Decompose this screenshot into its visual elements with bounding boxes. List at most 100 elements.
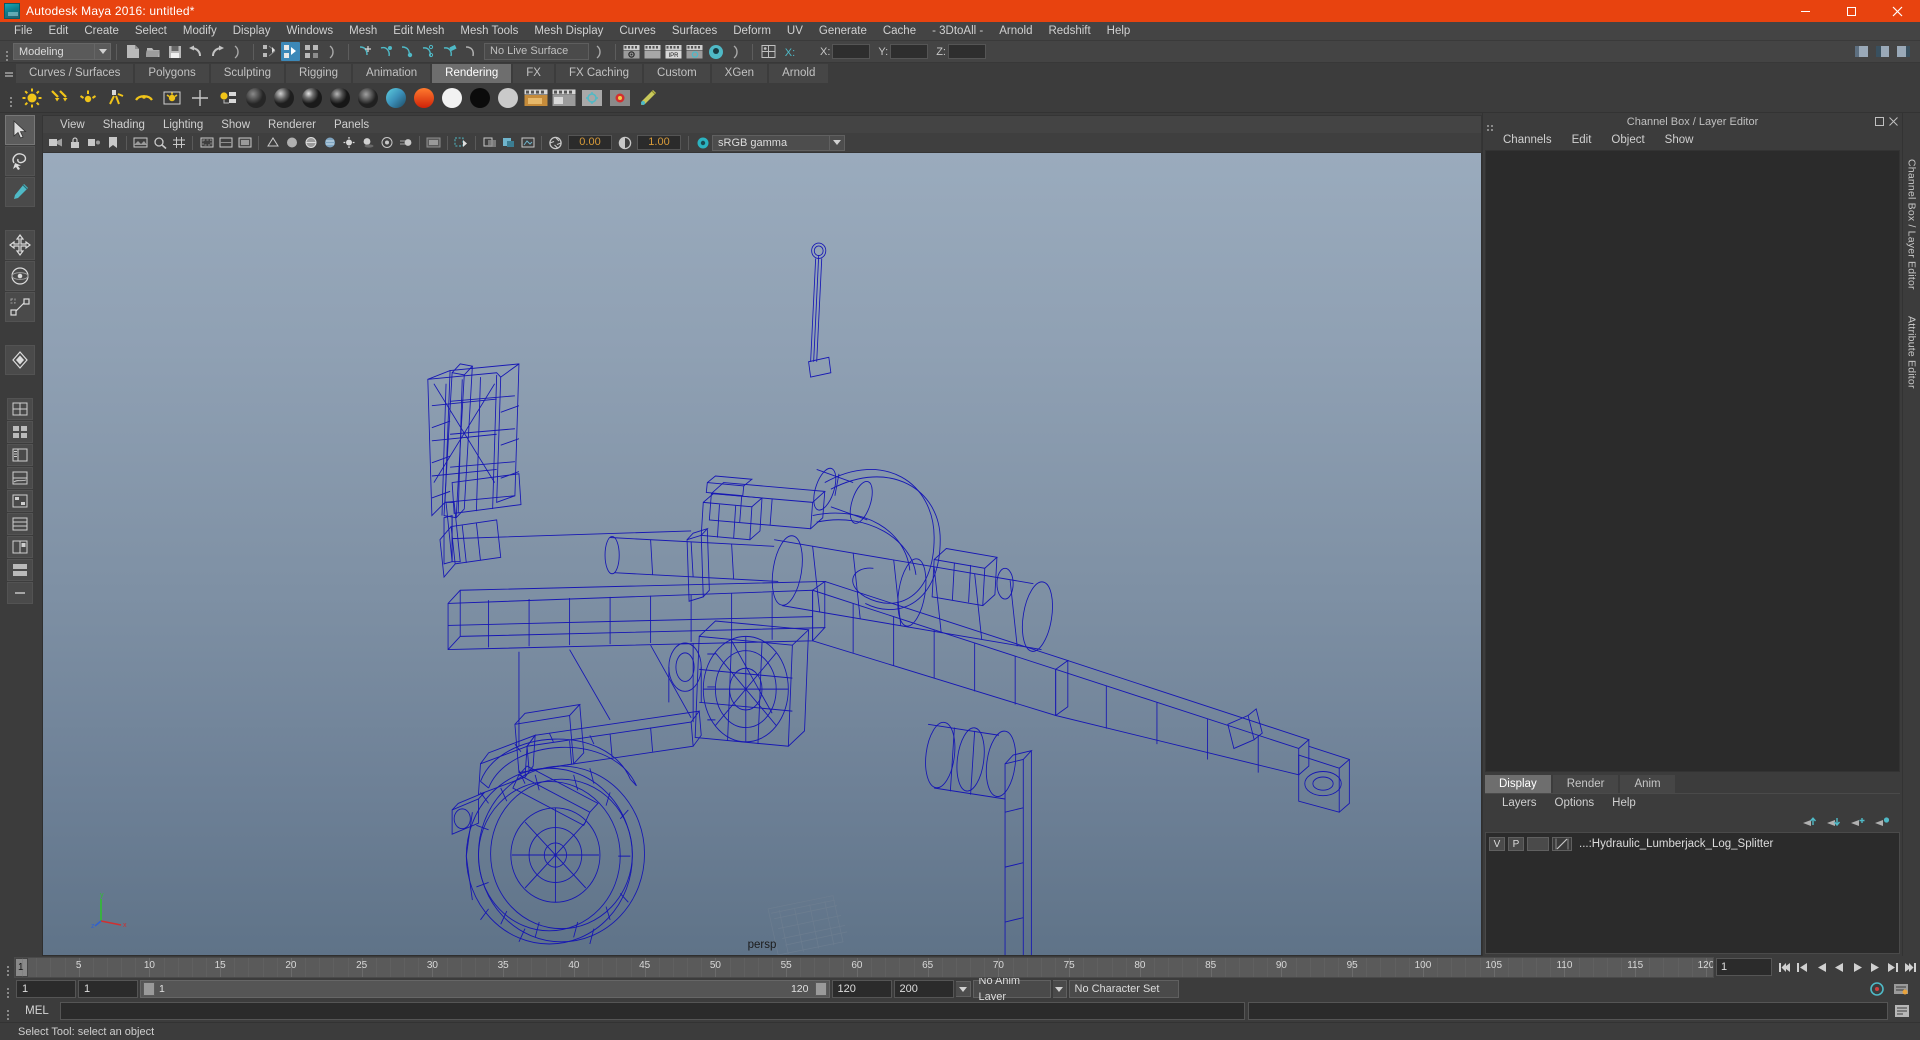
tool-settings-toggle-icon[interactable] bbox=[1873, 42, 1892, 61]
viewport-menu-shading[interactable]: Shading bbox=[94, 119, 154, 131]
layer-row[interactable]: V P ...:Hydraulic_Lumberjack_Log_Splitte… bbox=[1489, 836, 1896, 852]
gate-mask-icon[interactable] bbox=[236, 134, 253, 151]
attribute-editor-toggle-icon[interactable] bbox=[1852, 42, 1871, 61]
point-light-icon[interactable] bbox=[74, 85, 102, 111]
menu-item-generate[interactable]: Generate bbox=[811, 22, 875, 41]
outliner-icon[interactable] bbox=[759, 42, 778, 61]
textured-icon[interactable] bbox=[321, 134, 338, 151]
use-background-icon[interactable] bbox=[466, 85, 494, 111]
time-slider-grip[interactable] bbox=[2, 957, 14, 977]
menu-item-display[interactable]: Display bbox=[225, 22, 279, 41]
anim-layer-select[interactable]: No Anim Layer bbox=[972, 975, 1051, 1003]
animation-preferences-icon[interactable] bbox=[1890, 979, 1912, 999]
undo-icon[interactable] bbox=[186, 42, 205, 61]
anim-start-field[interactable]: 1 bbox=[16, 980, 76, 998]
hypershade-icon[interactable] bbox=[706, 42, 725, 61]
make-live-icon[interactable] bbox=[460, 42, 479, 61]
layer-name[interactable]: ...:Hydraulic_Lumberjack_Log_Splitter bbox=[1579, 838, 1773, 850]
scale-tool-icon[interactable] bbox=[5, 292, 35, 322]
channel-box-content[interactable] bbox=[1485, 150, 1900, 772]
select-component-icon[interactable] bbox=[302, 42, 321, 61]
render-settings-shelf-icon[interactable] bbox=[578, 85, 606, 111]
hypershade-layout-icon[interactable] bbox=[7, 490, 33, 512]
xray-joints-icon[interactable] bbox=[500, 134, 517, 151]
step-back-frame-icon[interactable] bbox=[1812, 957, 1830, 977]
selection-mask-expand-icon[interactable] bbox=[727, 42, 746, 61]
select-tool-icon[interactable] bbox=[5, 115, 35, 145]
paint-select-tool-icon[interactable] bbox=[5, 177, 35, 207]
toolbar-grip[interactable] bbox=[2, 43, 11, 61]
outliner-persp-layout-icon[interactable] bbox=[7, 513, 33, 535]
chevron-down-icon[interactable] bbox=[95, 43, 111, 60]
command-line-grip[interactable] bbox=[2, 1001, 14, 1021]
redo-icon[interactable] bbox=[207, 42, 226, 61]
layer-list[interactable]: V P ...:Hydraulic_Lumberjack_Log_Splitte… bbox=[1485, 832, 1900, 954]
step-back-key-icon[interactable] bbox=[1794, 957, 1812, 977]
command-language-label[interactable]: MEL bbox=[17, 1005, 57, 1017]
viewport-menu-show[interactable]: Show bbox=[212, 119, 259, 131]
light-linking-icon[interactable] bbox=[214, 85, 242, 111]
tab-render[interactable]: Render bbox=[1552, 775, 1619, 793]
snap-projected-center-icon[interactable] bbox=[418, 42, 437, 61]
undock-icon[interactable] bbox=[1875, 117, 1884, 126]
select-object-icon[interactable] bbox=[281, 42, 300, 61]
multisample-icon[interactable] bbox=[425, 134, 442, 151]
smooth-shade-icon[interactable] bbox=[283, 134, 300, 151]
shelf-tab-rigging[interactable]: Rigging bbox=[286, 64, 352, 83]
menu-item-redshift[interactable]: Redshift bbox=[1040, 22, 1098, 41]
grid-toggle-icon[interactable] bbox=[170, 134, 187, 151]
go-to-start-icon[interactable] bbox=[1776, 957, 1794, 977]
shaded-wireframe-icon[interactable] bbox=[302, 134, 319, 151]
menu-item-edit[interactable]: Edit bbox=[41, 22, 77, 41]
viewport-menu-renderer[interactable]: Renderer bbox=[259, 119, 325, 131]
live-surface-field[interactable]: No Live Surface bbox=[484, 43, 589, 60]
close-icon[interactable] bbox=[1874, 0, 1920, 22]
render-current-frame-icon[interactable] bbox=[643, 42, 662, 61]
coord-z-field[interactable] bbox=[947, 44, 986, 59]
menu-item-uv[interactable]: UV bbox=[779, 22, 811, 41]
play-forwards-icon[interactable] bbox=[1848, 957, 1866, 977]
directional-light-icon[interactable] bbox=[46, 85, 74, 111]
channel-menu-object[interactable]: Object bbox=[1601, 134, 1654, 146]
hardware-render-icon[interactable] bbox=[606, 85, 634, 111]
area-light-icon[interactable] bbox=[130, 85, 158, 111]
channel-box-toggle-icon[interactable] bbox=[1894, 42, 1913, 61]
ambient-occlusion-icon[interactable] bbox=[378, 134, 395, 151]
exposure-icon[interactable] bbox=[547, 134, 564, 151]
spot-light-icon[interactable] bbox=[102, 85, 130, 111]
side-tab-attribute-editor[interactable]: Attribute Editor bbox=[1906, 310, 1918, 395]
menu-item-windows[interactable]: Windows bbox=[278, 22, 341, 41]
color-management-select[interactable]: sRGB gamma bbox=[712, 134, 830, 151]
layer-shading-toggle[interactable] bbox=[1527, 837, 1549, 851]
rotate-tool-icon[interactable] bbox=[5, 261, 35, 291]
grey-shader-icon[interactable] bbox=[494, 85, 522, 111]
command-input[interactable] bbox=[60, 1002, 1245, 1020]
render-view-icon[interactable] bbox=[622, 42, 641, 61]
range-bar[interactable]: 1 120 bbox=[140, 980, 830, 998]
snap-curve-icon[interactable] bbox=[376, 42, 395, 61]
shelf-tab-sculpting[interactable]: Sculpting bbox=[210, 64, 285, 83]
new-layer-icon[interactable] bbox=[1850, 816, 1866, 828]
persp-outliner-layout-icon[interactable] bbox=[7, 444, 33, 466]
range-end-field[interactable]: 120 bbox=[831, 980, 892, 998]
menu-item-edit-mesh[interactable]: Edit Mesh bbox=[385, 22, 452, 41]
menu-set-select[interactable]: Modeling bbox=[13, 43, 95, 60]
command-output[interactable] bbox=[1248, 1002, 1888, 1020]
range-slider-grip[interactable] bbox=[2, 979, 14, 999]
surface-shader-icon[interactable] bbox=[438, 85, 466, 111]
layer-menu-options[interactable]: Options bbox=[1546, 797, 1604, 809]
color-management-icon[interactable] bbox=[694, 134, 711, 151]
tab-anim[interactable]: Anim bbox=[1620, 775, 1675, 793]
menu-item-3dtoall[interactable]: - 3DtoAll - bbox=[924, 22, 991, 41]
coord-y-field[interactable] bbox=[890, 44, 929, 59]
menu-item-help[interactable]: Help bbox=[1099, 22, 1139, 41]
isolate-select-icon[interactable] bbox=[453, 134, 470, 151]
render-settings-icon[interactable] bbox=[685, 42, 704, 61]
shelf-tab-fx[interactable]: FX bbox=[513, 64, 554, 83]
camera-attributes-icon[interactable] bbox=[85, 134, 102, 151]
lasso-select-tool-icon[interactable] bbox=[5, 146, 35, 176]
gamma-field[interactable]: 1.00 bbox=[637, 135, 681, 150]
move-tool-icon[interactable] bbox=[5, 230, 35, 260]
script-editor-icon[interactable] bbox=[1891, 1001, 1913, 1021]
shelf-tab-rendering[interactable]: Rendering bbox=[432, 64, 512, 83]
